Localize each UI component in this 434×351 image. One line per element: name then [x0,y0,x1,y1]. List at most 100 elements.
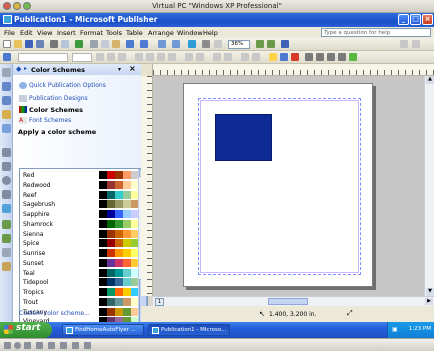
clock[interactable]: 1:23 PM [409,326,431,332]
font-color-icon[interactable] [291,53,299,61]
publisher-app-icon[interactable] [3,15,12,24]
arrow-style-icon[interactable] [327,53,335,61]
send-to-back-icon[interactable] [172,40,180,48]
zoom-in-icon[interactable] [267,40,275,48]
select-icon[interactable] [2,68,11,77]
save-icon[interactable] [25,40,33,48]
print-preview-icon[interactable] [61,40,69,48]
new-icon[interactable] [3,40,11,48]
cut-icon[interactable] [90,40,98,48]
3d-style-icon[interactable] [349,53,357,61]
link-custom-color-scheme[interactable]: Custom color scheme... [19,310,90,317]
taskbar-item-publication1[interactable]: Publication1 - Microso... [148,324,230,336]
align-left-icon[interactable] [135,53,143,61]
workspace[interactable] [153,76,429,296]
table-icon[interactable] [2,96,11,105]
floppy-icon[interactable] [4,342,11,349]
form-control-icon[interactable] [2,234,11,243]
more-buttons-icon[interactable] [412,40,420,48]
usb-icon[interactable] [60,342,67,349]
underline-icon[interactable] [118,53,126,61]
special-characters-icon[interactable] [202,40,210,48]
picture-frame-icon[interactable] [2,124,11,133]
menu-tools[interactable]: Tools [106,29,122,37]
shadow-style-icon[interactable] [338,53,346,61]
autoshapes-icon[interactable] [2,204,11,213]
link-publication-designs[interactable]: Publication Designs [29,95,88,102]
network-icon[interactable]: ▣ [392,326,398,333]
bold-icon[interactable] [96,53,104,61]
hot-spot-icon[interactable] [2,220,11,229]
zoom-select[interactable]: 36% [228,40,250,49]
arrow-icon[interactable] [2,162,11,171]
printer-icon[interactable] [72,342,79,349]
publication-page[interactable] [183,83,373,287]
line-style-icon[interactable] [305,53,313,61]
italic-icon[interactable] [107,53,115,61]
menu-arrange[interactable]: Arrange [148,29,174,37]
maximize-button[interactable]: □ [410,14,421,25]
styles-icon[interactable] [3,53,11,61]
menu-insert[interactable]: Insert [57,29,76,37]
ruler-origin[interactable] [141,64,153,76]
print-icon[interactable] [50,40,58,48]
network-adapter-icon[interactable] [48,342,55,349]
hard-disk-icon[interactable] [24,342,31,349]
options-icon[interactable] [400,40,408,48]
start-button[interactable]: start [0,322,52,338]
scroll-right-icon[interactable]: ▶ [425,298,433,305]
zoom-out-icon[interactable] [256,40,264,48]
taskbar-item-findhome[interactable]: FindHomeAutoFlyer ... [62,324,144,336]
oval-icon[interactable] [2,176,11,185]
copy-icon[interactable] [101,40,109,48]
menu-help[interactable]: Help [203,29,218,37]
forward-arrow-icon[interactable]: ▸ [24,65,27,72]
line-color-icon[interactable] [280,53,288,61]
line-icon[interactable] [2,148,11,157]
horizontal-scrollbar[interactable]: 1 ▶ [153,296,434,306]
menu-file[interactable]: File [4,29,15,37]
insert-hyperlink-icon[interactable] [188,40,196,48]
task-pane-close-button[interactable]: × [129,64,136,73]
horizontal-ruler[interactable] [141,64,434,76]
font-size-up-icon[interactable] [241,53,249,61]
font-size-down-icon[interactable] [252,53,260,61]
font-select[interactable] [18,53,68,62]
menu-format[interactable]: Format [80,29,103,37]
scroll-up-icon[interactable]: ▲ [426,76,434,84]
wordart-icon[interactable] [2,110,11,119]
menu-window[interactable]: Window [177,29,203,37]
spelling-icon[interactable] [75,40,83,48]
rectangle-shape[interactable] [215,114,272,161]
menu-edit[interactable]: Edit [20,29,33,37]
open-icon[interactable] [14,40,22,48]
redo-icon[interactable] [140,40,148,48]
link-font-schemes[interactable]: Font Schemes [29,117,71,124]
rectangle-icon[interactable] [2,190,11,199]
close-button[interactable]: × [422,14,433,25]
minimize-button[interactable]: _ [398,14,409,25]
task-pane-dropdown-icon[interactable]: ▾ [118,66,121,73]
folder-share-icon[interactable] [36,342,43,349]
html-fragment-icon[interactable] [2,248,11,257]
align-right-icon[interactable] [157,53,165,61]
decrease-indent-icon[interactable] [213,53,221,61]
link-quick-publication-options[interactable]: Quick Publication Options [29,82,106,89]
paste-icon[interactable] [112,40,120,48]
cd-icon[interactable] [14,342,21,349]
vertical-scrollbar[interactable]: ▲ ▼ [424,76,434,296]
font-size-select[interactable] [72,53,92,62]
back-arrow-icon[interactable]: ◆ [16,65,21,73]
email-icon[interactable] [36,40,44,48]
increase-indent-icon[interactable] [224,53,232,61]
design-gallery-icon[interactable] [2,262,11,271]
text-box-icon[interactable] [2,82,11,91]
numbering-icon[interactable] [185,53,193,61]
bring-to-front-icon[interactable] [158,40,166,48]
horizontal-scroll-thumb[interactable] [268,298,308,305]
help-icon[interactable] [281,40,289,48]
scroll-down-icon[interactable]: ▼ [426,288,434,296]
bullets-icon[interactable] [196,53,204,61]
justify-icon[interactable] [168,53,176,61]
help-search-input[interactable]: Type a question for help [321,28,431,37]
